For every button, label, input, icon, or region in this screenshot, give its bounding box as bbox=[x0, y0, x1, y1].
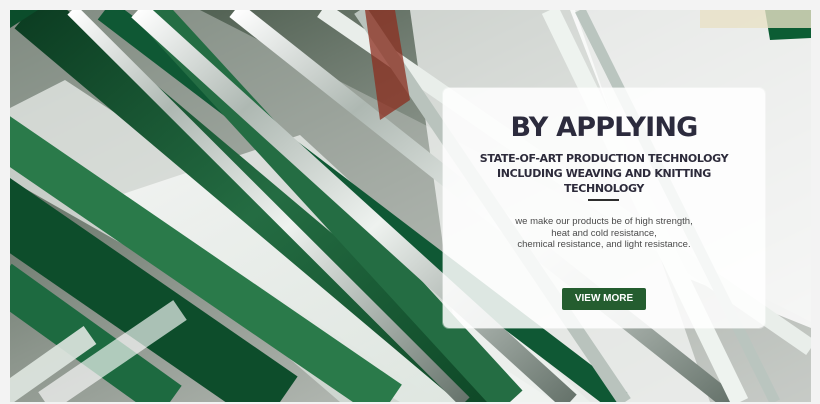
description-line-3: chemical resistance, and light resistanc… bbox=[517, 239, 691, 250]
description-line-1: we make our products be of high strength… bbox=[515, 216, 693, 227]
hero-description: we make our products be of high strength… bbox=[489, 216, 719, 251]
view-more-button[interactable]: VIEW MORE bbox=[562, 288, 646, 310]
headline-divider bbox=[588, 199, 619, 201]
subheadline-line-1: STATE-OF-ART PRODUCTION TECHNOLOGY bbox=[479, 152, 729, 165]
page: BY APPLYING STATE-OF-ART PRODUCTION TECH… bbox=[0, 0, 820, 404]
description-line-2: heat and cold resistance, bbox=[551, 227, 657, 239]
hero-headline: BY APPLYING bbox=[510, 112, 698, 143]
hero-banner: BY APPLYING STATE-OF-ART PRODUCTION TECH… bbox=[10, 10, 811, 402]
subheadline-line-2: INCLUDING WEAVING AND KNITTING TECHNOLOG… bbox=[497, 167, 711, 195]
hero-subheadline: STATE-OF-ART PRODUCTION TECHNOLOGY INCLU… bbox=[479, 151, 729, 196]
promo-overlay-card: BY APPLYING STATE-OF-ART PRODUCTION TECH… bbox=[443, 88, 765, 328]
